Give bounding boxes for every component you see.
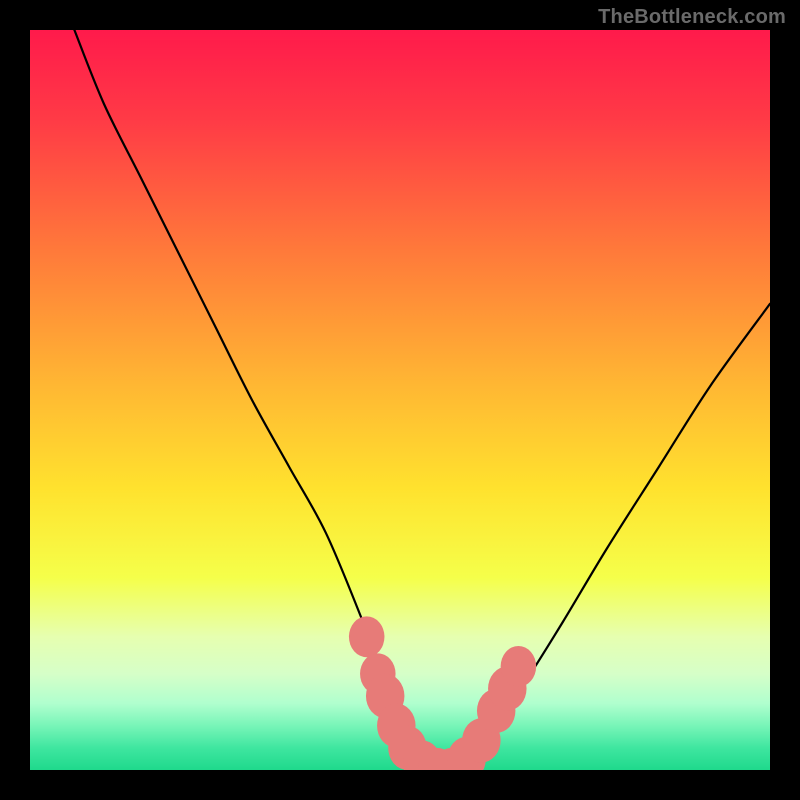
plot-area bbox=[30, 30, 770, 770]
chart-frame: TheBottleneck.com bbox=[0, 0, 800, 800]
curve-layer bbox=[30, 30, 770, 770]
curve-markers bbox=[349, 616, 536, 770]
watermark-text: TheBottleneck.com bbox=[598, 6, 786, 29]
curve-marker bbox=[349, 616, 385, 657]
curve-marker bbox=[501, 646, 537, 687]
bottleneck-curve bbox=[74, 30, 770, 770]
